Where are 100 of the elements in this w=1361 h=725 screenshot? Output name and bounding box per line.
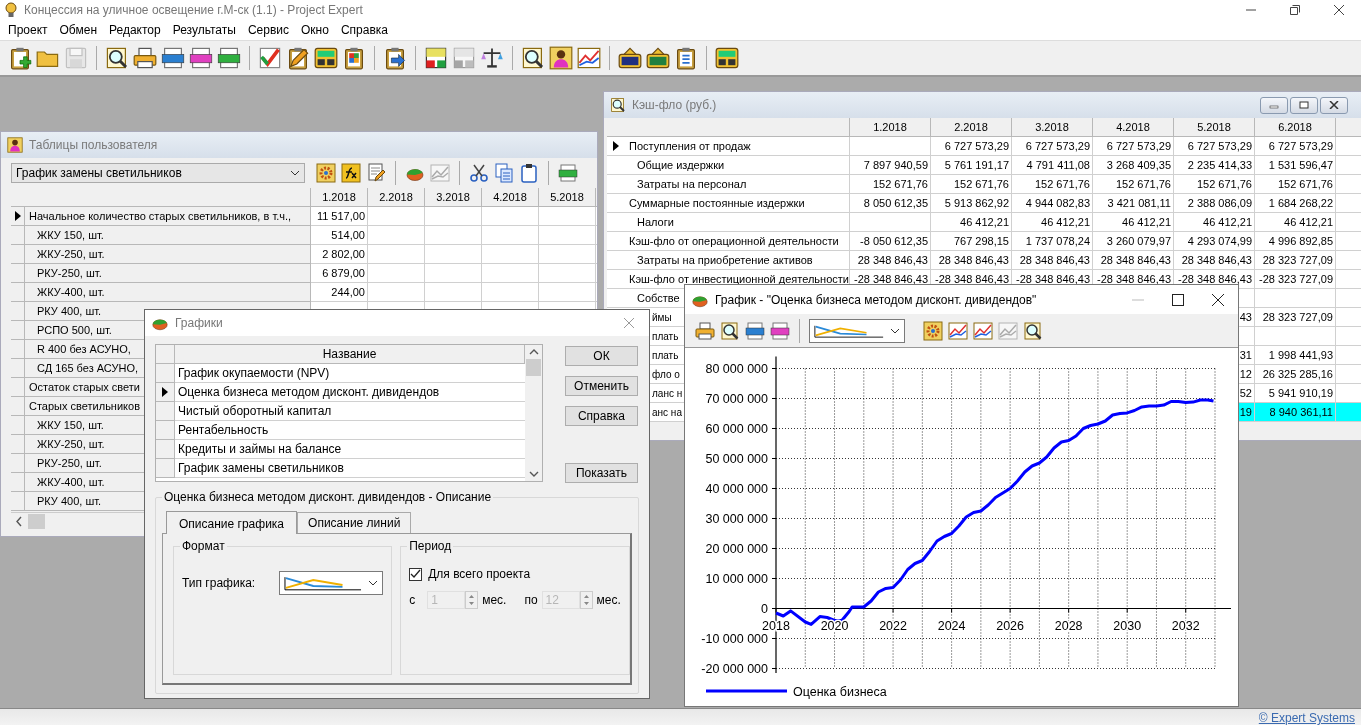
chart-icon[interactable] xyxy=(973,320,993,341)
file-badge-icon[interactable] xyxy=(770,320,790,341)
chart-icon[interactable] xyxy=(948,320,968,341)
row-header: Начальное количество старых светильников, в т.ч., xyxy=(25,207,311,226)
table-cell: 2 802,00 xyxy=(311,245,368,264)
window-title: Кэш-фло (руб.) xyxy=(632,98,717,112)
pencil-icon[interactable] xyxy=(286,46,310,70)
dialog-button[interactable]: Справка xyxy=(565,406,638,426)
table-cell: 514,00 xyxy=(311,226,368,245)
scrollbar[interactable] xyxy=(525,345,542,481)
table-cell: 3 268 409,35 xyxy=(1093,156,1174,175)
file-badge-icon[interactable] xyxy=(217,46,241,70)
file-badge-icon[interactable] xyxy=(745,320,765,341)
list-item[interactable]: Рентабельность xyxy=(175,421,525,440)
paste-icon[interactable] xyxy=(519,163,539,183)
checkbox[interactable] xyxy=(409,567,423,581)
table-dropdown[interactable]: График замены светильников xyxy=(11,163,305,183)
clipboard-icon[interactable] xyxy=(674,46,698,70)
axis-label: 30 000 000 xyxy=(705,511,768,526)
dialog-button[interactable]: Показать xyxy=(565,463,638,483)
file-badge-icon[interactable] xyxy=(161,46,185,70)
row-indicator[interactable] xyxy=(11,207,25,226)
menu-item[interactable]: Проект xyxy=(2,23,54,37)
axis-label: 2030 xyxy=(1113,618,1142,633)
spin-arrows-icon[interactable] xyxy=(465,591,479,609)
scales-icon[interactable] xyxy=(480,46,504,70)
menu-item[interactable]: Окно xyxy=(295,23,335,37)
column-header: 2.2018 xyxy=(931,118,1012,137)
copy-icon[interactable] xyxy=(494,163,514,183)
row-header: Суммарные постоянные издержки xyxy=(625,194,850,213)
group-title: Оценка бизнеса методом дисконт. дивидендов - Описание xyxy=(162,490,494,504)
scroll-thumb[interactable] xyxy=(526,359,541,376)
row-header: Затраты на приобретение активов xyxy=(625,251,850,270)
table-cell: 28 348 846,43 xyxy=(1093,251,1174,270)
list-item[interactable]: Оценка бизнеса методом дисконт. дивидендов xyxy=(175,383,525,402)
table-cell: 4 944 082,83 xyxy=(1012,194,1093,213)
calculator-icon[interactable] xyxy=(314,46,338,70)
table-cell xyxy=(425,226,482,245)
axis-label: 0 xyxy=(761,601,768,616)
column-header: 3.2018 xyxy=(1012,118,1093,137)
magnifier-icon xyxy=(610,97,626,113)
menu-item[interactable]: Обмен xyxy=(53,23,104,37)
table-cell: 2 235 414,33 xyxy=(1174,156,1255,175)
dialog-button[interactable]: Отменить xyxy=(565,376,638,396)
chart-icon[interactable] xyxy=(577,46,601,70)
spin-arrows-icon[interactable] xyxy=(579,591,593,609)
menu-item[interactable]: Редактор xyxy=(103,23,167,37)
menu-item[interactable]: Сервис xyxy=(241,23,295,37)
settings-icon[interactable] xyxy=(316,163,336,183)
settings-icon[interactable] xyxy=(923,320,943,341)
clipboard-plus-icon[interactable] xyxy=(8,46,32,70)
scissors-icon[interactable] xyxy=(469,163,489,183)
print-icon[interactable] xyxy=(695,320,715,341)
dialog-button[interactable]: ОК xyxy=(565,346,638,366)
badge-icon[interactable] xyxy=(618,46,642,70)
magnifier-icon[interactable] xyxy=(720,320,740,341)
report-icon[interactable] xyxy=(424,46,448,70)
table-cell: 6 727 573,29 xyxy=(1012,137,1093,156)
table-cell: 244,00 xyxy=(311,283,368,302)
table-cell: 8 940 361,11 xyxy=(1255,403,1336,422)
file-badge-icon[interactable] xyxy=(189,46,213,70)
column-header: Название xyxy=(175,345,525,364)
tab[interactable]: Описание графика xyxy=(166,511,298,534)
table-cell: 1 998 441,93 xyxy=(1255,346,1336,365)
field-label: Тип графика: xyxy=(182,576,256,590)
row-indicator[interactable] xyxy=(156,383,175,402)
calculator-icon[interactable] xyxy=(715,46,739,70)
print-icon[interactable] xyxy=(133,46,157,70)
list-item[interactable]: Кредиты и займы на балансе xyxy=(175,440,525,459)
menu-item[interactable]: Результаты xyxy=(166,23,242,37)
menu-item[interactable]: Справка xyxy=(334,23,394,37)
magnifier-icon[interactable] xyxy=(1023,320,1043,341)
axis-label: 10 000 000 xyxy=(705,571,768,586)
list-item[interactable]: Чистый оборотный капитал xyxy=(175,402,525,421)
table-cell xyxy=(539,207,596,226)
column-header: 1.2018 xyxy=(850,118,931,137)
pencil-icon[interactable] xyxy=(366,163,386,183)
axis-label: 70 000 000 xyxy=(705,391,768,406)
minimize-button[interactable] xyxy=(1260,96,1288,114)
badge-icon[interactable] xyxy=(646,46,670,70)
legend-label: Оценка бизнеса xyxy=(793,684,887,699)
table-cell: 767 298,15 xyxy=(931,232,1012,251)
file-badge-icon[interactable] xyxy=(558,163,578,183)
caret-icon xyxy=(890,327,900,334)
table-cell xyxy=(539,264,596,283)
magnifier-icon[interactable] xyxy=(105,46,129,70)
person-icon[interactable] xyxy=(549,46,573,70)
grid-icon[interactable] xyxy=(342,46,366,70)
tab[interactable]: Описание линий xyxy=(297,512,412,533)
formula-icon[interactable] xyxy=(341,163,361,183)
chart-type-dropdown[interactable] xyxy=(809,318,905,343)
checkmark-icon[interactable] xyxy=(258,46,282,70)
table-cell: 8 050 612,35 xyxy=(850,194,931,213)
close-button[interactable] xyxy=(1320,96,1348,114)
close-icon xyxy=(1334,5,1344,15)
copyright-link[interactable]: © Expert Systems xyxy=(1258,711,1355,725)
table-cell: 1 684 268,22 xyxy=(1255,194,1336,213)
scroll-thumb[interactable] xyxy=(28,514,45,529)
magnifier-icon[interactable] xyxy=(521,46,545,70)
chart-type-dropdown[interactable] xyxy=(279,571,384,595)
